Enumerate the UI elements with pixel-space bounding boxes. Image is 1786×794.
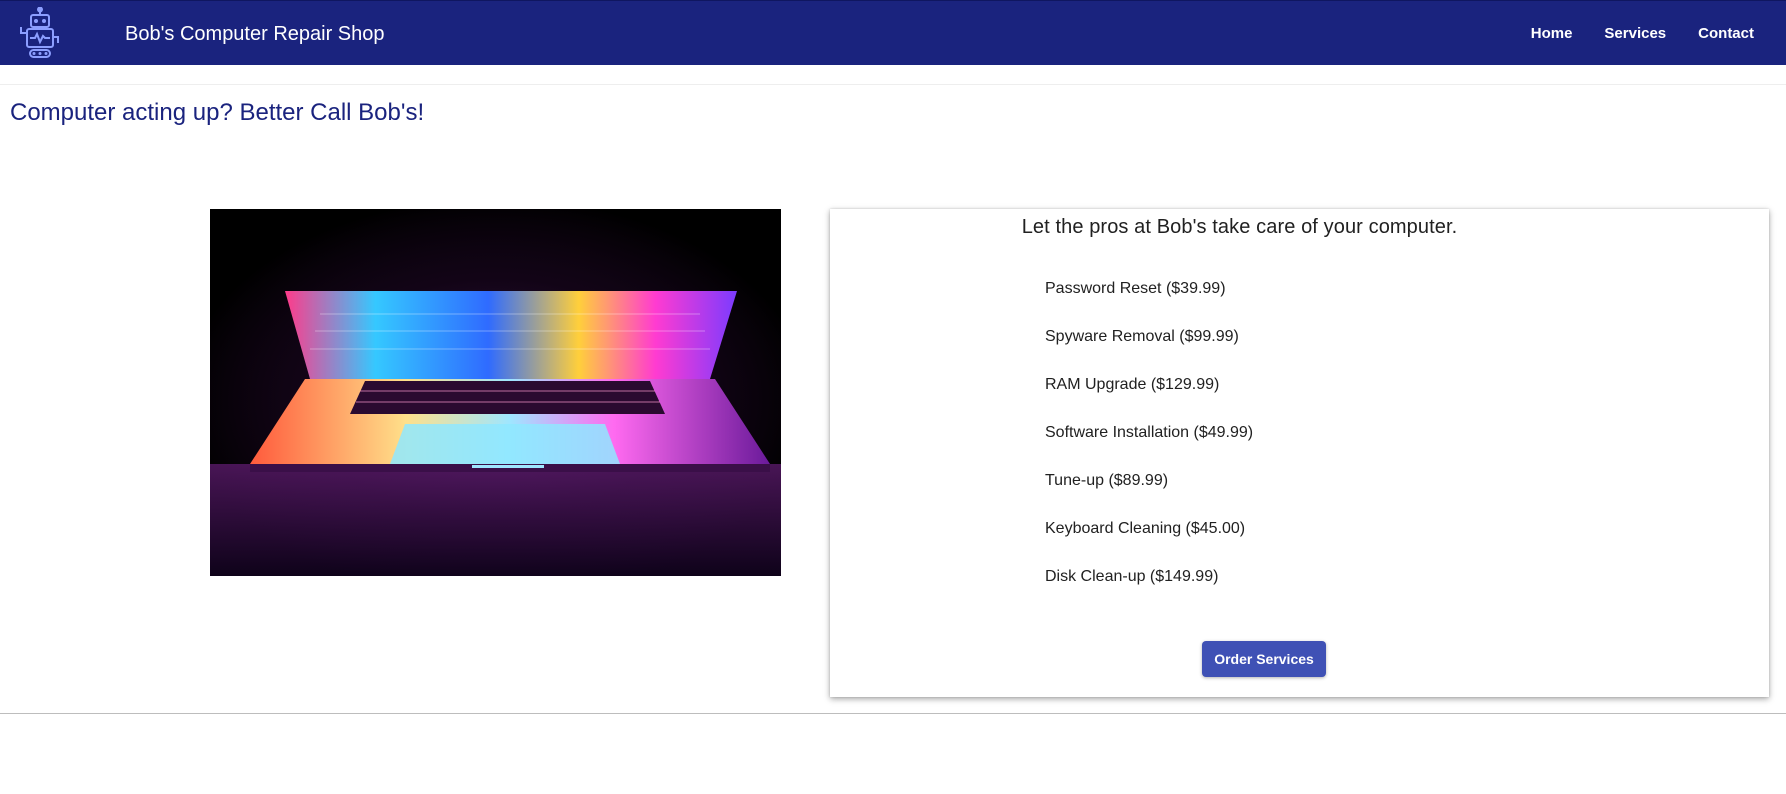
- main-nav: Home Services Contact: [1531, 1, 1786, 66]
- service-item: RAM Upgrade ($129.99): [1045, 376, 1220, 393]
- footer-divider: [0, 713, 1786, 714]
- services-card-title: Let the pros at Bob's take care of your …: [1021, 216, 1458, 238]
- robot-logo-icon[interactable]: [18, 6, 62, 59]
- order-services-button[interactable]: Order Services: [1202, 641, 1326, 677]
- header-divider: [0, 84, 1786, 85]
- service-item: Disk Clean-up ($149.99): [1045, 568, 1219, 585]
- service-item: Keyboard Cleaning ($45.00): [1045, 520, 1246, 537]
- page-headline: Computer acting up? Better Call Bob's!: [10, 99, 425, 126]
- brand-title: Bob's Computer Repair Shop: [125, 23, 385, 45]
- nav-home-link[interactable]: Home: [1531, 25, 1573, 42]
- nav-services-link[interactable]: Services: [1604, 25, 1666, 42]
- laptop-photo: [210, 209, 781, 576]
- nav-contact-link[interactable]: Contact: [1698, 25, 1754, 42]
- services-card: Let the pros at Bob's take care of your …: [830, 209, 1769, 697]
- service-item: Software Installation ($49.99): [1045, 424, 1254, 441]
- services-list: Password Reset ($39.99) Spyware Removal …: [1045, 279, 1253, 615]
- service-item: Spyware Removal ($99.99): [1045, 328, 1239, 345]
- service-item: Tune-up ($89.99): [1045, 472, 1169, 489]
- top-toolbar: Bob's Computer Repair Shop Home Services…: [0, 0, 1786, 65]
- service-item: Password Reset ($39.99): [1045, 280, 1226, 297]
